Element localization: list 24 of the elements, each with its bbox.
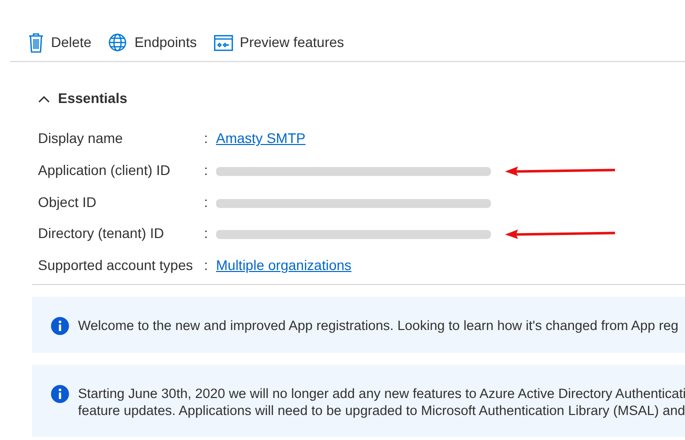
endpoints-button[interactable]: Endpoints bbox=[108, 32, 197, 53]
field-link[interactable]: Amasty SMTP bbox=[216, 130, 306, 146]
colon-separator: : bbox=[204, 129, 209, 148]
preview-features-button[interactable]: Preview features bbox=[214, 32, 344, 53]
delete-button[interactable]: Delete bbox=[28, 32, 92, 53]
banner-message: Welcome to the new and improved App registrations. Looking to learn how it's changed from App reg bbox=[78, 317, 678, 334]
info-icon bbox=[51, 385, 69, 404]
field-label: Application (client) ID bbox=[38, 161, 172, 180]
field-label: Directory (tenant) ID bbox=[38, 224, 166, 244]
section-title[interactable]: Essentials bbox=[58, 88, 128, 109]
globe-icon bbox=[108, 33, 128, 52]
trash-icon bbox=[28, 32, 44, 52]
colon-separator: : bbox=[204, 161, 209, 180]
field-link[interactable]: Multiple organizations bbox=[216, 257, 352, 274]
colon-separator: : bbox=[204, 192, 209, 212]
info-icon bbox=[51, 317, 69, 336]
field-label: Display name bbox=[38, 129, 124, 148]
field-label: Supported account types bbox=[38, 256, 194, 276]
colon-separator: : bbox=[204, 256, 209, 276]
banner-message: Starting June 30th, 2020 we will no longer add any new features to Azure Active Directory Authenticati feature updates. Applications will need to be upgraded to Microsoft Authentication Library (MSAL) and bbox=[78, 385, 685, 420]
colon-separator: : bbox=[204, 224, 209, 244]
field-label: Object ID bbox=[38, 192, 98, 212]
chevron-icon[interactable] bbox=[38, 94, 50, 102]
preview-window-icon bbox=[214, 34, 233, 50]
